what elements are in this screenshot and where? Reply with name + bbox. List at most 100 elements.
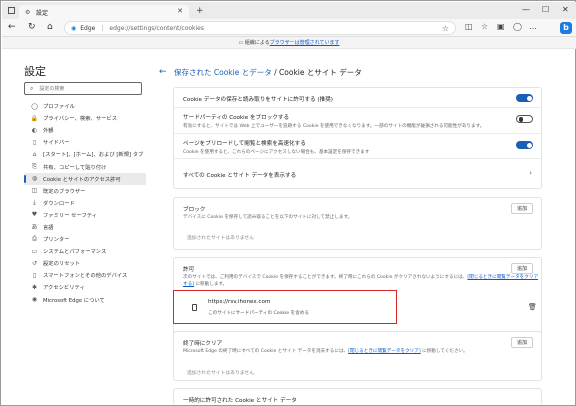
tab-title: 設定 — [36, 9, 49, 17]
lock-icon: 🔒 — [30, 114, 39, 122]
allow-desc-tail: に移動します。 — [193, 282, 228, 287]
sidebar-item-label: アクセシビリティ — [43, 285, 85, 292]
block-third-party-toggle[interactable] — [516, 115, 533, 123]
close-tab-icon[interactable]: ✕ — [177, 7, 183, 15]
block-title: ブロック — [183, 207, 206, 213]
sidebar-item[interactable]: ◐ 外観 — [24, 124, 146, 136]
allow-desc-link[interactable]: [閉じるときに閲覧データをクリア — [467, 275, 538, 280]
sidebar-item-label: プライバシー、検索、サービス — [43, 116, 117, 123]
managed-link[interactable]: ブラウザーは管理されています — [270, 40, 340, 46]
favorite-star-icon[interactable]: ☆ — [442, 24, 449, 33]
sidebar-item[interactable]: ⤓ ダウンロード — [24, 197, 146, 209]
collections-icon[interactable]: ▣ — [497, 22, 505, 31]
preload-toggle[interactable] — [516, 141, 533, 149]
bing-chat-button[interactable]: b — [560, 22, 572, 34]
family-icon: ♥ — [31, 211, 38, 219]
new-tab-button[interactable]: + — [196, 6, 204, 16]
search-placeholder: 設定の検索 — [39, 86, 65, 92]
refresh-icon[interactable]: ↻ — [28, 22, 36, 32]
sidebar-item[interactable]: ◫ 既定のブラウザー — [24, 185, 146, 197]
appearance-icon: ◐ — [31, 126, 38, 134]
setting-row-allow-cookies[interactable]: Cookie データの保存と読み取りをサイトに許可する (推奨) — [174, 88, 541, 108]
maximize-icon[interactable]: ☐ — [542, 5, 549, 14]
allow-cookies-toggle[interactable] — [516, 94, 533, 102]
sidebar-item-label: 言語 — [43, 224, 54, 231]
sidebar-item-label: プロファイル — [43, 104, 75, 111]
sidebar-item-label: 既定のブラウザー — [43, 188, 86, 195]
address-bar[interactable]: ◉ Edge | edge://settings/content/cookies… — [64, 21, 456, 35]
setting-row-block-third-party[interactable]: サードパーティの Cookie をブロックする 有効にすると、サイトでは Web… — [174, 108, 541, 134]
profile-avatar-icon[interactable]: ◯ — [513, 22, 522, 31]
sidebar-item-label: Cookie とサイトのアクセス許可 — [43, 176, 121, 183]
setting-title: Cookie データの保存と読み取りをサイトに許可する (推奨) — [183, 97, 333, 103]
sidebar-item[interactable]: ⌂ [スタート]、[ホーム]、および [新規] タブ — [24, 148, 146, 160]
sidebar-item-label: 外観 — [43, 128, 54, 135]
minimize-icon[interactable]: — — [522, 5, 530, 14]
sidebar-item-label: ファミリー セーフティ — [43, 212, 98, 219]
temp-allowed-section: 一時的に許可された Cookie とサイト データ — [173, 388, 542, 405]
settings-search-input[interactable]: ⌕ 設定の検索 — [24, 82, 142, 95]
setting-desc: Cookie を使用すると、これらのページにアクセスしない場合も、基本設定を保存… — [183, 150, 370, 155]
browser-icon: ◫ — [31, 187, 38, 195]
sidebar-item[interactable]: ▭ システムとパフォーマンス — [24, 245, 146, 257]
printer-icon: ⎙ — [32, 235, 37, 243]
sidebar-item-label: Microsoft Edge について — [43, 297, 105, 304]
favorites-icon[interactable]: ☆ — [481, 22, 488, 31]
setting-row-preload[interactable]: ページをプリロードして閲覧と検索を高速化する Cookie を使用すると、これら… — [174, 134, 541, 159]
phone-icon: ▯ — [32, 271, 37, 279]
clear-desc-link[interactable]: [閉じるときに閲覧データをクリア] — [348, 349, 421, 354]
block-add-button[interactable]: 追加 — [511, 203, 533, 214]
share-icon: ⎘ — [32, 162, 37, 170]
sidebar-item[interactable]: ✱ アクセシビリティ — [24, 281, 146, 293]
breadcrumb: 保存された Cookie とデータ / Cookie とサイト データ — [174, 67, 362, 78]
allow-desc-link-cont[interactable]: する] — [183, 282, 194, 287]
sidebar-item[interactable]: ▯ スマートフォンとその他のデバイス — [24, 269, 146, 281]
back-icon[interactable]: ← — [8, 22, 16, 32]
allow-add-button[interactable]: 追加 — [511, 263, 533, 274]
clear-add-button[interactable]: 追加 — [511, 337, 533, 348]
window-menu-icon[interactable] — [8, 7, 15, 14]
setting-title: サードパーティの Cookie をブロックする — [183, 115, 290, 121]
breadcrumb-separator: / — [271, 68, 280, 77]
site-third-party-note: このサイトにサードパーティの Cookie を含める — [208, 311, 309, 316]
home-icon[interactable]: ⌂ — [47, 22, 53, 32]
block-desc: デバイスに Cookie を保存して読み取ることを以下のサイトに対して禁止します… — [183, 215, 353, 220]
split-screen-icon[interactable]: ◫ — [465, 22, 473, 31]
sidebar-item[interactable]: ◉ Microsoft Edge について — [24, 294, 146, 306]
sidebar-title: 設定 — [24, 65, 46, 78]
sidebar-item[interactable]: 🔒 プライバシー、検索、サービス — [24, 112, 146, 124]
infobar-prefix: 組織による — [244, 40, 270, 46]
sidebar-nav: ◯ プロファイル 🔒 プライバシー、検索、サービス ◐ 外観 ▯ サイドバー ⌂ [スタート]、[… — [24, 100, 146, 306]
clear-on-close-section: 終了時にクリア Microsoft Edge の終了時にすべての Cookie … — [173, 331, 542, 381]
sidebar-item[interactable]: ◯ プロファイル — [24, 100, 146, 112]
allowed-site-row[interactable]: https://rsv.ihonex.com このサイトにサードパーティの Co… — [173, 290, 397, 324]
sidebar-item[interactable]: ♥ ファミリー セーフティ — [24, 209, 146, 221]
sidebar-item[interactable]: ↺ 設定のリセット — [24, 257, 146, 269]
delete-trash-icon[interactable]: 🗑 — [528, 303, 537, 311]
sidebar-item[interactable]: ⎙ プリンター — [24, 233, 146, 245]
breadcrumb-parent[interactable]: 保存された Cookie とデータ — [174, 68, 272, 77]
close-window-icon[interactable]: ✕ — [562, 5, 569, 14]
clear-desc: Microsoft Edge の終了時にすべての Cookie とサイト データ… — [183, 348, 468, 354]
clear-desc-prefix: Microsoft Edge の終了時にすべての Cookie とサイト データ… — [183, 349, 349, 354]
edge-icon: ◉ — [31, 296, 38, 304]
allow-desc-line2: する] に移動します。 — [183, 281, 227, 287]
tab-settings[interactable]: ⚙ 設定 ✕ — [19, 5, 189, 19]
sidebar-item[interactable]: あ言語 — [24, 221, 146, 233]
setting-row-see-all-cookies[interactable]: すべての Cookie とサイト データを表示する › — [174, 159, 541, 190]
sidebar-item[interactable]: ▯ サイドバー — [24, 136, 146, 148]
page-icon — [192, 304, 197, 311]
cookie-icon: ◍ — [31, 175, 38, 183]
allow-title: 許可 — [183, 267, 195, 273]
sidebar-item[interactable]: ◍ Cookie とサイトのアクセス許可 — [24, 172, 146, 185]
page-title: Cookie とサイト データ — [279, 68, 362, 77]
more-options-icon[interactable]: … — [529, 22, 537, 31]
address-url: edge://settings/content/cookies — [109, 24, 204, 32]
language-icon: あ — [31, 224, 38, 232]
back-arrow-icon[interactable]: ← — [159, 67, 167, 77]
reset-icon: ↺ — [31, 259, 38, 267]
gear-icon: ⚙ — [25, 9, 31, 16]
sidebar-icon: ▯ — [32, 138, 37, 146]
block-section: ブロック デバイスに Cookie を保存して読み取ることを以下のサイトに対して… — [173, 197, 542, 250]
sidebar-item[interactable]: ⎘ 共有、コピーして貼り付け — [24, 160, 146, 172]
